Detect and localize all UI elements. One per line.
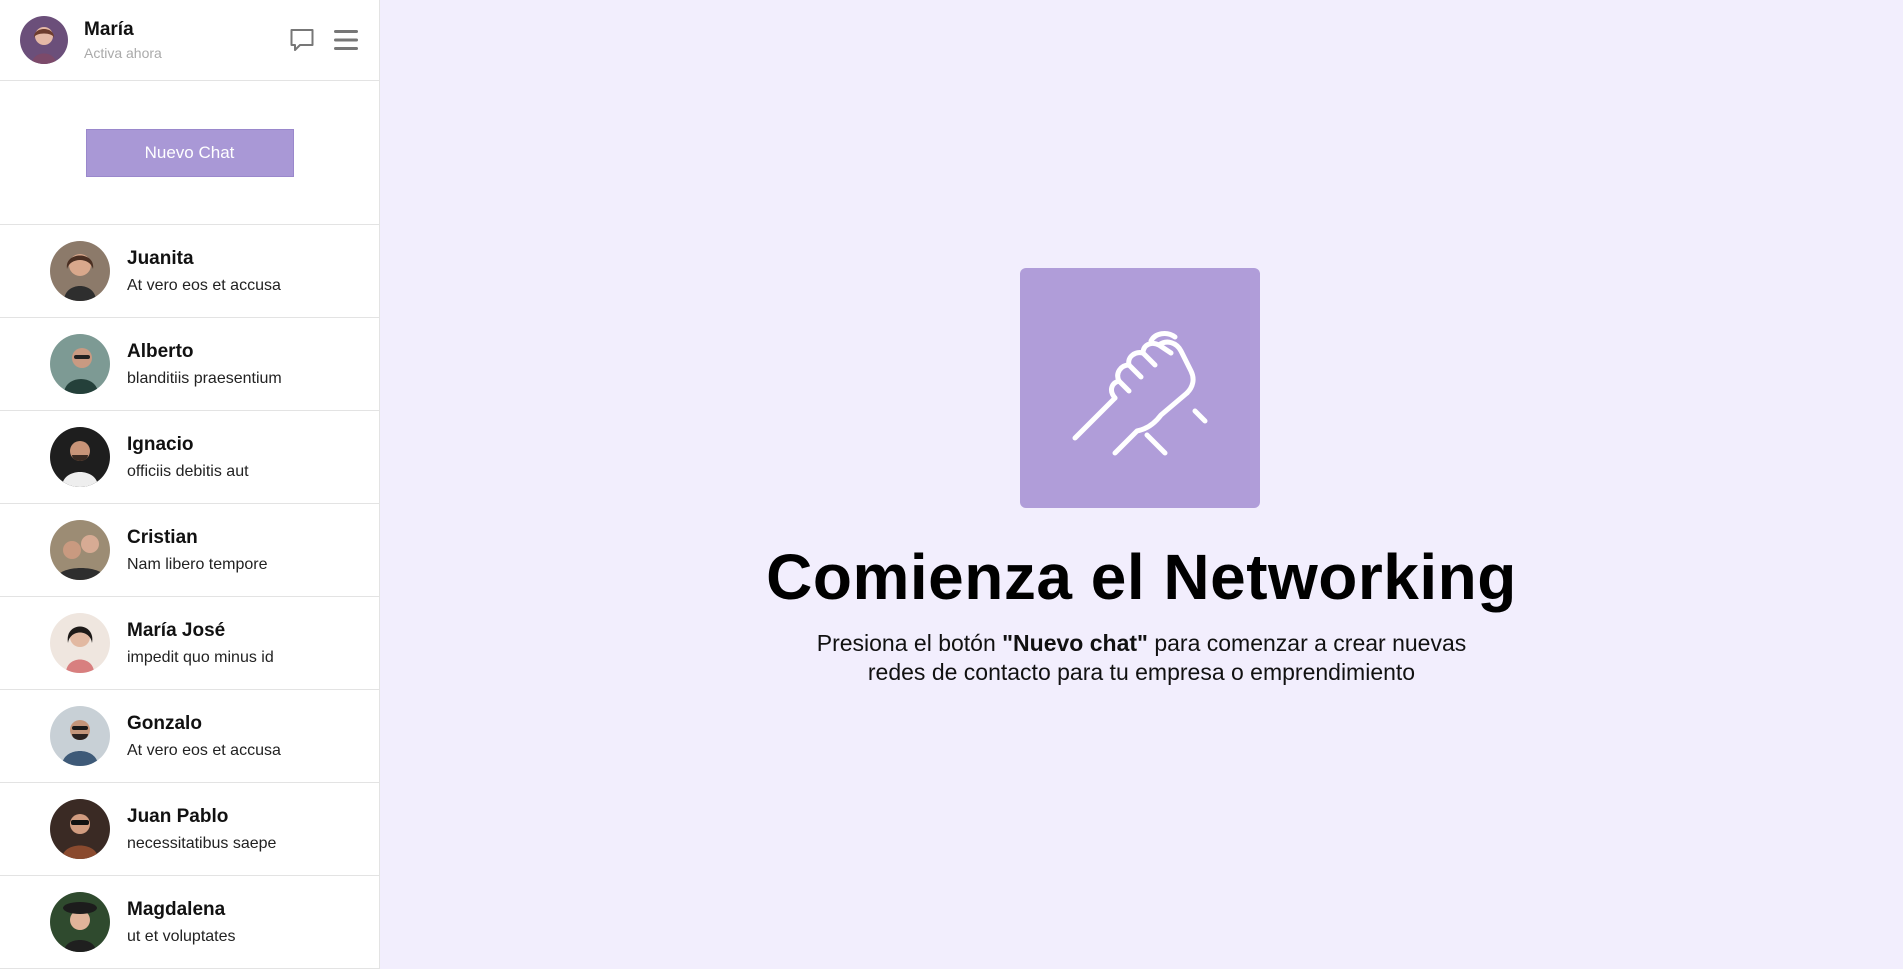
contact-meta: Juanita At vero eos et accusa xyxy=(127,248,281,295)
contact-meta: Cristian Nam libero tempore xyxy=(127,527,268,574)
contact-item[interactable]: Cristian Nam libero tempore xyxy=(0,504,379,597)
contact-avatar xyxy=(50,427,110,487)
sidebar: María Activa ahora Nuevo Chat Juanita At… xyxy=(0,0,380,969)
contact-last-message: necessitatibus saepe xyxy=(127,834,277,852)
contact-meta: Ignacio officiis debitis aut xyxy=(127,434,249,481)
welcome-title: Comienza el Networking xyxy=(766,541,1517,613)
contact-item[interactable]: Magdalena ut et voluptates xyxy=(0,876,379,969)
contact-item[interactable]: María José impedit quo minus id xyxy=(0,597,379,690)
contact-name: Cristian xyxy=(127,526,198,548)
contact-name: Ignacio xyxy=(127,433,194,455)
contact-last-message: At vero eos et accusa xyxy=(127,276,281,294)
contact-avatar xyxy=(50,799,110,859)
contact-item[interactable]: Ignacio officiis debitis aut xyxy=(0,411,379,504)
profile-info: María Activa ahora xyxy=(84,19,289,61)
welcome-subtitle-part2: para comenzar a crear nuevas xyxy=(1147,630,1467,656)
profile-actions xyxy=(289,27,359,53)
contact-name: Juan Pablo xyxy=(127,805,229,827)
profile-header: María Activa ahora xyxy=(0,0,379,81)
contact-avatar xyxy=(50,334,110,394)
contact-last-message: impedit quo minus id xyxy=(127,648,274,666)
welcome-panel: Comienza el Networking Presiona el botón… xyxy=(380,0,1903,969)
contact-item[interactable]: Gonzalo At vero eos et accusa xyxy=(0,690,379,783)
contact-meta: Magdalena ut et voluptates xyxy=(127,899,236,946)
contact-last-message: officiis debitis aut xyxy=(127,462,249,480)
profile-name: María xyxy=(84,19,134,40)
contact-meta: María José impedit quo minus id xyxy=(127,620,274,667)
handshake-icon xyxy=(1020,268,1260,508)
welcome-subtitle: Presiona el botón "Nuevo chat" para come… xyxy=(380,629,1903,687)
contact-avatar xyxy=(50,241,110,301)
welcome-subtitle-line2: redes de contacto para tu empresa o empr… xyxy=(867,659,1416,685)
contact-last-message: ut et voluptates xyxy=(127,927,236,945)
contact-last-message: At vero eos et accusa xyxy=(127,741,281,759)
menu-icon[interactable] xyxy=(333,27,359,53)
app-root: María Activa ahora Nuevo Chat Juanita At… xyxy=(0,0,1903,969)
welcome-subtitle-button-ref: "Nuevo chat" xyxy=(1002,630,1148,656)
new-chat-button[interactable]: Nuevo Chat xyxy=(85,128,294,177)
contact-name: Juanita xyxy=(127,247,194,269)
contact-item[interactable]: Juan Pablo necessitatibus saepe xyxy=(0,783,379,876)
contact-name: Alberto xyxy=(127,340,194,362)
contact-meta: Alberto blanditiis praesentium xyxy=(127,341,282,388)
contact-list: Juanita At vero eos et accusa Alberto bl… xyxy=(0,225,379,969)
contact-avatar xyxy=(50,520,110,580)
welcome-subtitle-part1: Presiona el botón xyxy=(816,630,1003,656)
new-chat-area: Nuevo Chat xyxy=(0,81,379,225)
contact-avatar xyxy=(50,706,110,766)
contact-name: Gonzalo xyxy=(127,712,202,734)
contact-item[interactable]: Alberto blanditiis praesentium xyxy=(0,318,379,411)
contact-avatar xyxy=(50,892,110,952)
contact-last-message: blanditiis praesentium xyxy=(127,369,282,387)
contact-last-message: Nam libero tempore xyxy=(127,555,268,573)
profile-status: Activa ahora xyxy=(84,45,162,61)
contact-meta: Juan Pablo necessitatibus saepe xyxy=(127,806,276,853)
contact-item[interactable]: Juanita At vero eos et accusa xyxy=(0,225,379,318)
contact-name: Magdalena xyxy=(127,898,226,920)
contact-name: María José xyxy=(127,619,226,641)
profile-avatar[interactable] xyxy=(20,16,68,64)
contact-meta: Gonzalo At vero eos et accusa xyxy=(127,713,281,760)
contact-avatar xyxy=(50,613,110,673)
chat-bubble-icon[interactable] xyxy=(289,27,315,53)
